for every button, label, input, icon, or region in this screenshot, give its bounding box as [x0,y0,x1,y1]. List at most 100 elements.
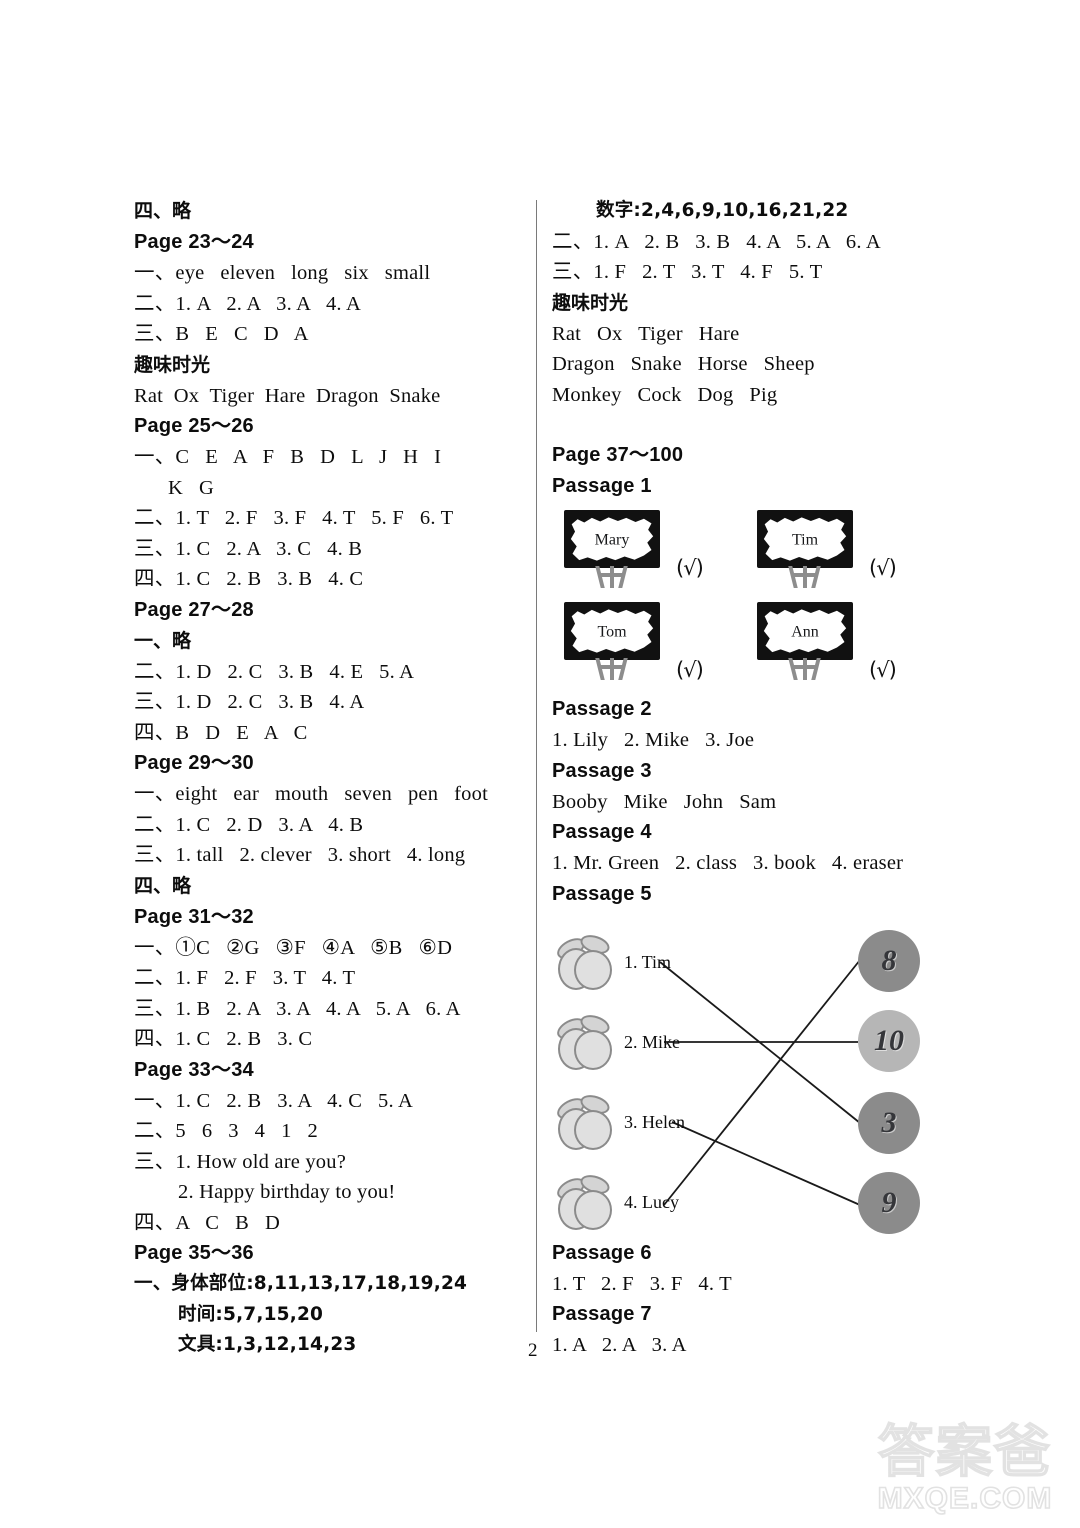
answer-line: 二、1. T 2. F 3. F 4. T 5. F 6. T [134,507,454,529]
fun-time-heading: 趣味时光 [552,291,629,314]
peach-icon [553,1171,612,1230]
number-circle-3: 3 [858,1091,920,1154]
answer-line: 二、5 6 3 4 1 2 [134,1120,318,1142]
passage-4-heading: Passage 4 [552,821,652,843]
peach-icon [553,931,612,990]
answer-line: 一、①C ②G ③F ④A ⑤B ⑥D [134,936,453,959]
answer-line: 三、1. C 2. A 3. C 4. B [134,537,363,560]
easel-icon: Tom [564,602,660,680]
answer-line: 四、略 [134,200,192,222]
easel-legs-icon [783,566,827,588]
answer-line: 四、1. C 2. B 3. C [134,1028,313,1050]
answer-line: 一、1. C 2. B 3. A 4. C 5. A [134,1089,414,1112]
easel-legs-icon [590,566,634,588]
match-label-lucy: 4. Lucy [624,1191,679,1212]
answer-line: 1. Mr. Green 2. class 3. book 4. eraser [552,852,904,874]
answer-line: 三、1. tall 2. clever 3. short 4. long [134,844,466,866]
easel-legs-icon [783,658,827,680]
fun-time-heading: 趣味时光 [134,353,211,376]
right-column: 数字:2,4,6,9,10,16,21,22 二、1. A 2. B 3. B … [552,196,942,1361]
answer-line: 三、1. How old are you? [134,1150,347,1173]
passage-6-heading: Passage 6 [552,1241,652,1264]
answer-line: 1. T 2. F 3. F 4. T [552,1272,732,1295]
section-heading-page-27-28: Page 27～28 [134,598,254,621]
section-heading-page-31-32: Page 31～32 [134,905,254,928]
peach-icon [553,1011,612,1070]
easel-item-mary: Mary (√) [564,510,754,602]
column-divider [536,200,537,1332]
peach-icon [553,1091,612,1150]
answer-line: 一、eight ear mouth seven pen foot [134,783,488,805]
answer-line: 一、eye eleven long six small [134,262,431,284]
easel-item-tom: Tom (√) [564,602,754,694]
easel-name-label: Ann [791,623,819,641]
easel-icon: Ann [757,602,853,680]
passage-3-heading: Passage 3 [552,759,652,782]
check-mark: (√) [869,556,897,580]
watermark: 答案爸 MXQE.COM [862,1420,1068,1524]
answer-line: 二、1. A 2. B 3. B 4. A 5. A 6. A [552,230,881,253]
easel-item-ann: Ann (√) [757,602,947,694]
answer-line: 三、1. F 2. T 3. T 4. F 5. T [552,261,823,283]
easel-item-tim: Tim (√) [757,510,947,602]
easel-icon: Mary [564,510,660,588]
answer-line: 四、略 [134,874,192,897]
passage-1-heading: Passage 1 [552,475,652,497]
answer-line: 四、A C B D [134,1211,280,1234]
answer-line: 文具:1,3,12,14,23 [178,1334,357,1355]
watermark-cn-text: 答案爸 [877,1420,1052,1485]
section-heading-page-23-24: Page 23～24 [134,231,254,253]
answer-line: 一、身体部位:8,11,13,17,18,19,24 [134,1273,468,1294]
check-mark: (√) [676,556,704,580]
answer-line: 数字:2,4,6,9,10,16,21,22 [596,200,849,221]
answer-line: 三、1. B 2. A 3. A 4. A 5. A 6. A [134,997,461,1020]
section-heading-page-37-100: Page 37～100 [552,444,684,466]
answer-line: K G [168,476,214,499]
answer-line: 二、1. F 2. F 3. T 4. T [134,967,356,989]
answer-line: 二、1. A 2. A 3. A 4. A [134,292,361,315]
section-heading-page-29-30: Page 29～30 [134,752,254,774]
answer-key-page: 四、略 Page 23～24 一、eye eleven long six sma… [0,0,1080,1528]
passage-5-heading: Passage 5 [552,882,652,905]
answer-line: 1. Lily 2. Mike 3. Joe [552,729,755,751]
answer-line: Rat Ox Tiger Hare [552,322,740,345]
answer-line: 二、1. C 2. D 3. A 4. B [134,813,364,836]
passage-2-heading: Passage 2 [552,698,652,720]
answer-line: Booby Mike John Sam [552,790,777,813]
passage-5-matching-diagram: 1. Tim 2. Mike 3. Helen 4. Lucy 8 10 3 9 [552,920,942,1238]
number-circle-10: 10 [858,1009,920,1072]
match-label-helen: 3. Helen [624,1111,685,1132]
check-mark: (√) [676,658,704,682]
number-circle-8: 8 [858,929,920,992]
answer-line: 四、1. C 2. B 3. B 4. C [134,568,364,590]
answer-line: Rat Ox Tiger Hare Dragon Snake [134,384,441,407]
answer-line: 一、C E A F B D L J H I [134,446,442,468]
answer-line: 二、1. D 2. C 3. B 4. E 5. A [134,660,415,683]
answer-line: 三、1. D 2. C 3. B 4. A [134,691,365,713]
easel-icon: Tim [757,510,853,588]
match-label-mike: 2. Mike [624,1031,680,1052]
easel-legs-icon [590,658,634,680]
number-circle-9: 9 [858,1171,920,1234]
passage-7-heading: Passage 7 [552,1303,652,1325]
page-number: 2 [528,1340,538,1361]
answer-line: Dragon Snake Horse Sheep [552,353,815,375]
check-mark: (√) [869,658,897,682]
answer-line: 一、略 [134,629,192,652]
section-heading-page-25-26: Page 25～26 [134,415,254,437]
section-heading-page-35-36: Page 35～36 [134,1242,254,1264]
answer-line: Monkey Cock Dog Pig [552,383,778,406]
answer-line: 1. A 2. A 3. A [552,1334,687,1356]
easel-name-label: Tom [597,623,627,641]
easel-name-label: Tim [791,531,819,549]
answer-line: 三、B E C D A [134,323,309,345]
answer-line: 时间:5,7,15,20 [178,1303,324,1325]
passage-1-easel-grid: Mary (√) Tim (√) Tom (√) Ann (√) [552,510,942,694]
section-heading-page-33-34: Page 33～34 [134,1058,254,1081]
easel-name-label: Mary [594,531,630,549]
watermark-en-text: MXQE.COM [877,1481,1053,1516]
match-label-tim: 1. Tim [624,951,672,972]
answer-line: 四、B D E A C [134,721,308,744]
answer-line: 2. Happy birthday to you! [178,1181,396,1203]
left-column: 四、略 Page 23～24 一、eye eleven long six sma… [134,196,524,1361]
